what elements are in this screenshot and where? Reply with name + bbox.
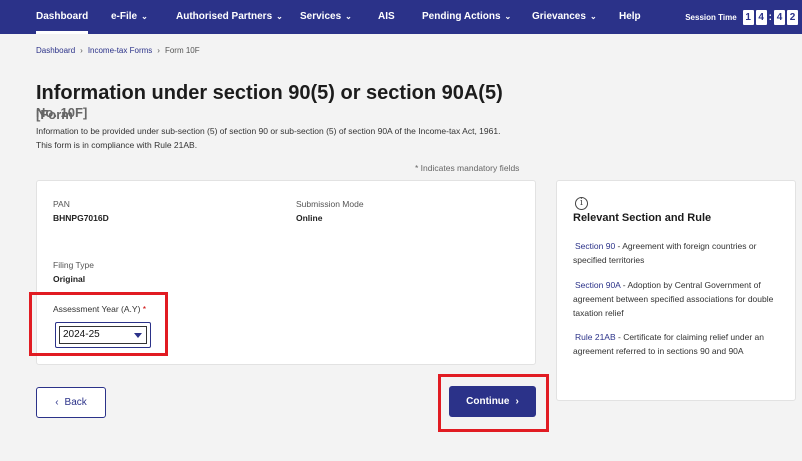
page-title-block: Information under section 90(5) or secti… — [36, 80, 536, 124]
nav-item-authorised-partners[interactable]: Authorised Partners ⌄ — [176, 0, 283, 34]
nav-label: Authorised Partners — [176, 11, 273, 22]
info-icon: i — [575, 197, 588, 210]
breadcrumb-current: Form 10F — [164, 46, 200, 55]
continue-button[interactable]: Continue › — [449, 386, 536, 417]
nav-label: Dashboard — [36, 11, 89, 22]
nav-label: AIS — [378, 11, 395, 22]
assessment-year-label-text: Assessment Year (A.Y) — [53, 304, 141, 314]
page-description: Information to be provided under sub-sec… — [36, 126, 501, 150]
nav-item-help[interactable]: Help — [619, 0, 641, 34]
session-digit: 2 — [787, 9, 798, 25]
nav-item-dashboard[interactable]: Dashboard — [36, 0, 89, 34]
nav-label: Services — [300, 11, 342, 22]
filing-type-label: Filing Type — [53, 260, 94, 270]
submission-mode-label: Submission Mode — [296, 199, 364, 209]
chevron-down-icon: ⌄ — [276, 12, 283, 21]
chevron-down-icon: ⌄ — [141, 12, 148, 21]
section-90a-link[interactable]: Section 90A — [575, 280, 620, 290]
nav-item-ais[interactable]: AIS — [378, 0, 395, 34]
nav-item-grievances[interactable]: Grievances ⌄ — [532, 0, 597, 34]
rule-21ab: Rule 21AB - Certificate for claiming rel… — [573, 330, 778, 358]
session-digit: 4 — [774, 9, 785, 25]
rule-section-90: Section 90 - Agreement with foreign coun… — [573, 239, 778, 267]
rule-section-90a: Section 90A - Adoption by Central Govern… — [573, 278, 778, 320]
nav-label: e-File — [111, 11, 138, 22]
chevron-down-icon — [134, 333, 142, 338]
chevron-left-icon: ‹ — [55, 397, 59, 408]
session-label: Session Time — [685, 12, 737, 22]
section-90-link[interactable]: Section 90 — [575, 241, 615, 251]
nav-item-pending-actions[interactable]: Pending Actions ⌄ — [422, 0, 511, 34]
nav-item-services[interactable]: Services ⌄ — [300, 0, 352, 34]
nav-label: Grievances — [532, 11, 586, 22]
pan-label: PAN — [53, 199, 70, 209]
top-nav: Dashboard e-File ⌄ Authorised Partners ⌄ S… — [0, 0, 802, 34]
breadcrumb-dashboard[interactable]: Dashboard — [36, 46, 75, 55]
nav-item-efile[interactable]: e-File ⌄ — [111, 0, 148, 34]
breadcrumb: Dashboard › Income-tax Forms › Form 10F — [36, 46, 200, 55]
session-timer: Session Time 1 4 : 4 2 — [685, 0, 798, 34]
session-digit: 1 — [742, 9, 754, 25]
pan-value: BHNPG7016D — [53, 213, 109, 223]
assessment-year-select[interactable]: 2024-25 — [55, 322, 151, 348]
session-separator: : — [768, 11, 772, 23]
continue-button-label: Continue — [466, 396, 510, 407]
session-digit: 4 — [755, 9, 767, 25]
submission-mode-value: Online — [296, 213, 323, 223]
side-title: Relevant Section and Rule — [573, 212, 712, 224]
chevron-right-icon: › — [515, 396, 519, 407]
form-tag-continued: No. 10F] — [36, 105, 88, 120]
required-marker: * — [142, 304, 147, 314]
assessment-year-label: Assessment Year (A.Y) * — [53, 304, 146, 314]
chevron-down-icon: ⌄ — [589, 12, 597, 21]
rule-21ab-link[interactable]: Rule 21AB — [575, 332, 616, 342]
chevron-down-icon: ⌄ — [345, 12, 352, 21]
nav-label: Help — [619, 11, 641, 22]
back-button[interactable]: ‹ Back — [36, 387, 106, 418]
back-button-label: Back — [64, 397, 87, 408]
nav-label: Pending Actions — [422, 11, 501, 22]
chevron-down-icon: ⌄ — [504, 12, 512, 21]
mandatory-note: * Indicates mandatory fields — [415, 163, 520, 173]
page-title: Information under section 90(5) or secti… — [36, 82, 503, 104]
filing-type-value: Original — [53, 274, 86, 284]
chevron-right-icon: › — [80, 46, 83, 55]
chevron-right-icon: › — [157, 46, 160, 55]
breadcrumb-income-tax-forms[interactable]: Income-tax Forms — [88, 46, 152, 55]
